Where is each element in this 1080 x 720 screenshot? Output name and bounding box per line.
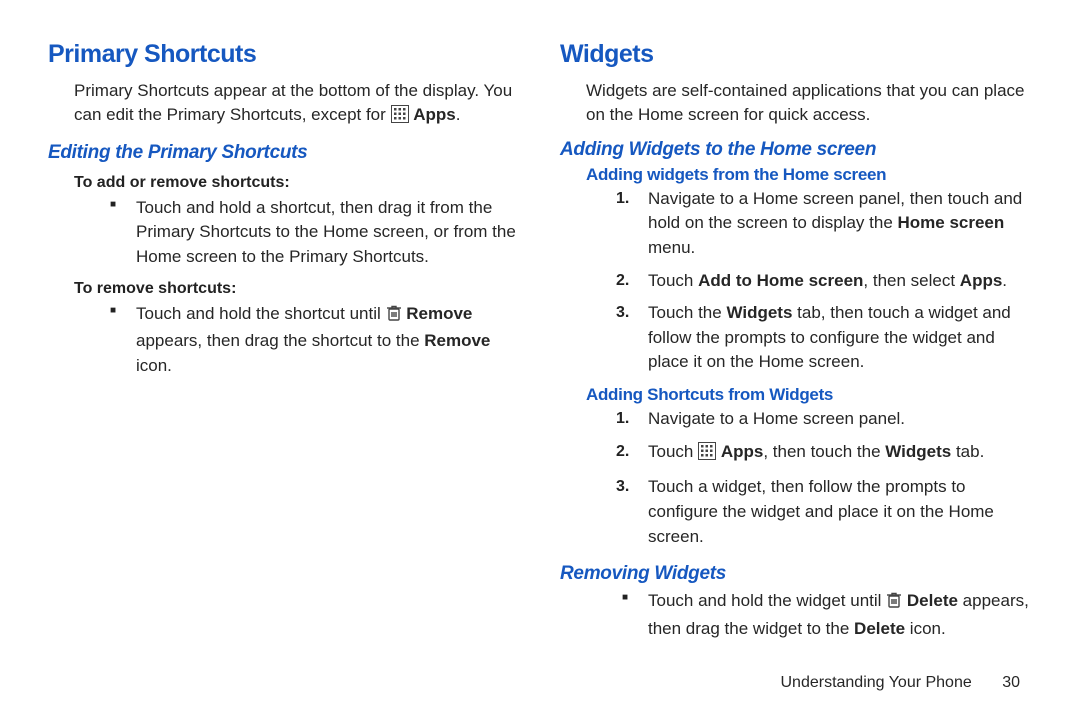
lead-remove: To remove shortcuts: — [48, 280, 520, 298]
list-item: Navigate to a Home screen panel, then to… — [630, 187, 1032, 261]
trash-icon — [886, 591, 902, 617]
widgets-label: Widgets — [885, 442, 951, 461]
text: Touch — [648, 271, 698, 290]
apps-label: Apps — [721, 442, 764, 461]
text: Touch the — [648, 303, 726, 322]
add-to-home-label: Add to Home screen — [698, 271, 863, 290]
page-number: 30 — [1002, 674, 1020, 691]
list-item: Touch Apps, then touch the Widgets tab. — [630, 440, 1032, 468]
text: Navigate to a Home screen panel. — [648, 409, 905, 428]
remove-list: Touch and hold the shortcut until Remove… — [48, 302, 520, 379]
adding-from-home-list: Navigate to a Home screen panel, then to… — [560, 187, 1032, 375]
list-item: Touch and hold the widget until Delete a… — [630, 589, 1032, 641]
list-item: Touch the Widgets tab, then touch a widg… — [630, 301, 1032, 375]
list-item: Touch Add to Home screen, then select Ap… — [630, 269, 1032, 294]
widgets-label: Widgets — [726, 303, 792, 322]
remove-label: Remove — [406, 304, 472, 323]
text: . — [456, 105, 461, 124]
text: icon. — [905, 619, 946, 638]
list-item: Navigate to a Home screen panel. — [630, 407, 1032, 432]
text: icon. — [136, 356, 172, 375]
apps-label: Apps — [960, 271, 1003, 290]
list-item: Touch and hold a shortcut, then drag it … — [118, 196, 520, 270]
h3-adding-from-widgets: Adding Shortcuts from Widgets — [560, 385, 1032, 405]
text: appears, then drag the shortcut to the — [136, 331, 424, 350]
text: . — [1002, 271, 1007, 290]
heading-widgets: Widgets — [560, 40, 1032, 69]
primary-shortcuts-intro: Primary Shortcuts appear at the bottom o… — [48, 79, 520, 130]
left-column: Primary Shortcuts Primary Shortcuts appe… — [48, 40, 520, 652]
subheading-removing-widgets: Removing Widgets — [560, 563, 1032, 585]
text: , then select — [863, 271, 959, 290]
apps-grid-icon — [698, 442, 716, 468]
text: Touch and hold the widget until — [648, 591, 886, 610]
subheading-adding-widgets: Adding Widgets to the Home screen — [560, 139, 1032, 161]
text: Touch and hold a shortcut, then drag it … — [136, 198, 516, 266]
subheading-editing: Editing the Primary Shortcuts — [48, 142, 520, 164]
delete-label: Delete — [854, 619, 905, 638]
adding-from-widgets-list: Navigate to a Home screen panel. Touch A… — [560, 407, 1032, 549]
h3-adding-from-home: Adding widgets from the Home screen — [560, 165, 1032, 185]
page-footer: Understanding Your Phone 30 — [780, 674, 1020, 692]
text: , then touch the — [763, 442, 885, 461]
section-name: Understanding Your Phone — [780, 674, 971, 691]
widgets-intro: Widgets are self-contained applications … — [560, 79, 1032, 127]
apps-label: Apps — [413, 105, 456, 124]
lead-add-remove: To add or remove shortcuts: — [48, 174, 520, 192]
apps-grid-icon — [391, 105, 409, 130]
delete-label: Delete — [907, 591, 958, 610]
add-remove-list: Touch and hold a shortcut, then drag it … — [48, 196, 520, 270]
text: menu. — [648, 238, 695, 257]
text: Touch — [648, 442, 698, 461]
list-item: Touch and hold the shortcut until Remove… — [118, 302, 520, 379]
list-item: Touch a widget, then follow the prompts … — [630, 475, 1032, 549]
text: Touch and hold the shortcut until — [136, 304, 386, 323]
removing-widgets-list: Touch and hold the widget until Delete a… — [560, 589, 1032, 641]
home-screen-label: Home screen — [898, 213, 1005, 232]
trash-icon — [386, 304, 402, 330]
right-column: Widgets Widgets are self-contained appli… — [560, 40, 1032, 652]
heading-primary-shortcuts: Primary Shortcuts — [48, 40, 520, 69]
text: Touch a widget, then follow the prompts … — [648, 477, 994, 545]
text: tab. — [951, 442, 984, 461]
remove-label: Remove — [424, 331, 490, 350]
